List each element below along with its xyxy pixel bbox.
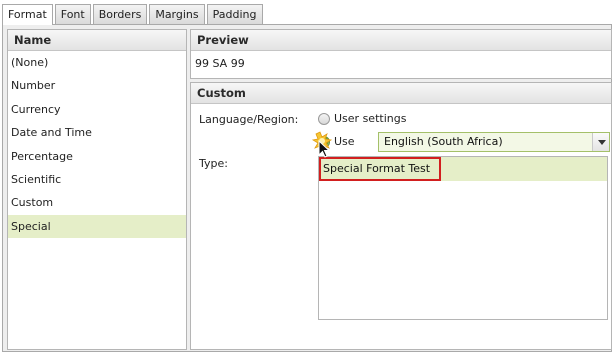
custom-panel: Custom Language/Region: User settings Us…	[190, 82, 612, 350]
list-item-custom[interactable]: Custom	[8, 191, 186, 214]
type-item-special-format-test[interactable]: Special Format Test	[319, 157, 441, 181]
type-label: Type:	[199, 157, 228, 170]
type-list-row[interactable]: Special Format Test	[319, 157, 607, 181]
format-category-list: (None) Number Currency Date and Time Per…	[8, 51, 186, 239]
list-item-scientific[interactable]: Scientific	[8, 168, 186, 191]
language-dropdown-value: English (South Africa)	[384, 135, 503, 148]
user-settings-radio-option[interactable]: User settings	[318, 112, 406, 125]
name-panel-header: Name	[8, 30, 186, 51]
custom-panel-header: Custom	[191, 83, 611, 104]
user-settings-radio-label: User settings	[334, 112, 407, 125]
list-item-none[interactable]: (None)	[8, 51, 186, 74]
preview-value: 99 SA 99	[195, 57, 245, 70]
tab-font[interactable]: Font	[54, 4, 91, 24]
preview-panel: Preview 99 SA 99	[190, 29, 612, 79]
list-item-percentage[interactable]: Percentage	[8, 145, 186, 168]
tab-format[interactable]: Format	[2, 4, 53, 25]
use-radio[interactable]	[318, 135, 330, 148]
language-dropdown[interactable]: English (South Africa)	[378, 132, 610, 152]
chevron-down-icon[interactable]	[592, 133, 609, 151]
tab-padding[interactable]: Padding	[206, 4, 263, 24]
list-item-currency[interactable]: Currency	[8, 98, 186, 121]
list-item-number[interactable]: Number	[8, 74, 186, 97]
user-settings-radio[interactable]	[318, 112, 330, 125]
list-item-date-and-time[interactable]: Date and Time	[8, 121, 186, 144]
use-radio-label: Use	[334, 135, 355, 148]
tab-strip: Format Font Borders Margins Padding	[2, 4, 265, 25]
use-radio-option[interactable]: Use	[318, 135, 355, 148]
type-list[interactable]: Special Format Test	[318, 156, 608, 320]
tab-borders[interactable]: Borders	[92, 4, 148, 24]
language-region-label: Language/Region:	[199, 113, 299, 126]
preview-panel-header: Preview	[191, 30, 611, 51]
list-item-special[interactable]: Special	[8, 214, 186, 239]
name-panel: Name (None) Number Currency Date and Tim…	[7, 29, 187, 350]
tab-margins[interactable]: Margins	[149, 4, 205, 24]
